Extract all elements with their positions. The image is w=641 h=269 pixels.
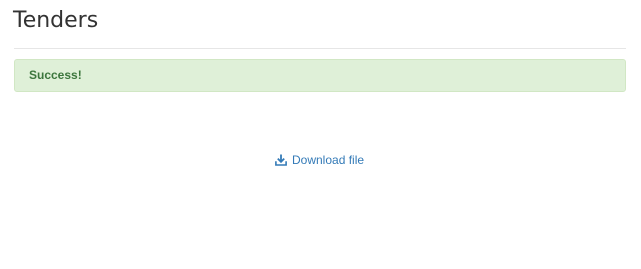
download-file-link[interactable]: Download file: [275, 152, 364, 168]
page-title: Tenders: [13, 8, 99, 33]
download-file-label: Download file: [292, 153, 365, 167]
alert-message: Success!: [29, 68, 82, 82]
success-alert: Success!: [14, 59, 626, 92]
page: Tenders Success! Download file: [0, 0, 641, 269]
title-divider: [14, 48, 626, 49]
download-icon: [275, 154, 287, 166]
